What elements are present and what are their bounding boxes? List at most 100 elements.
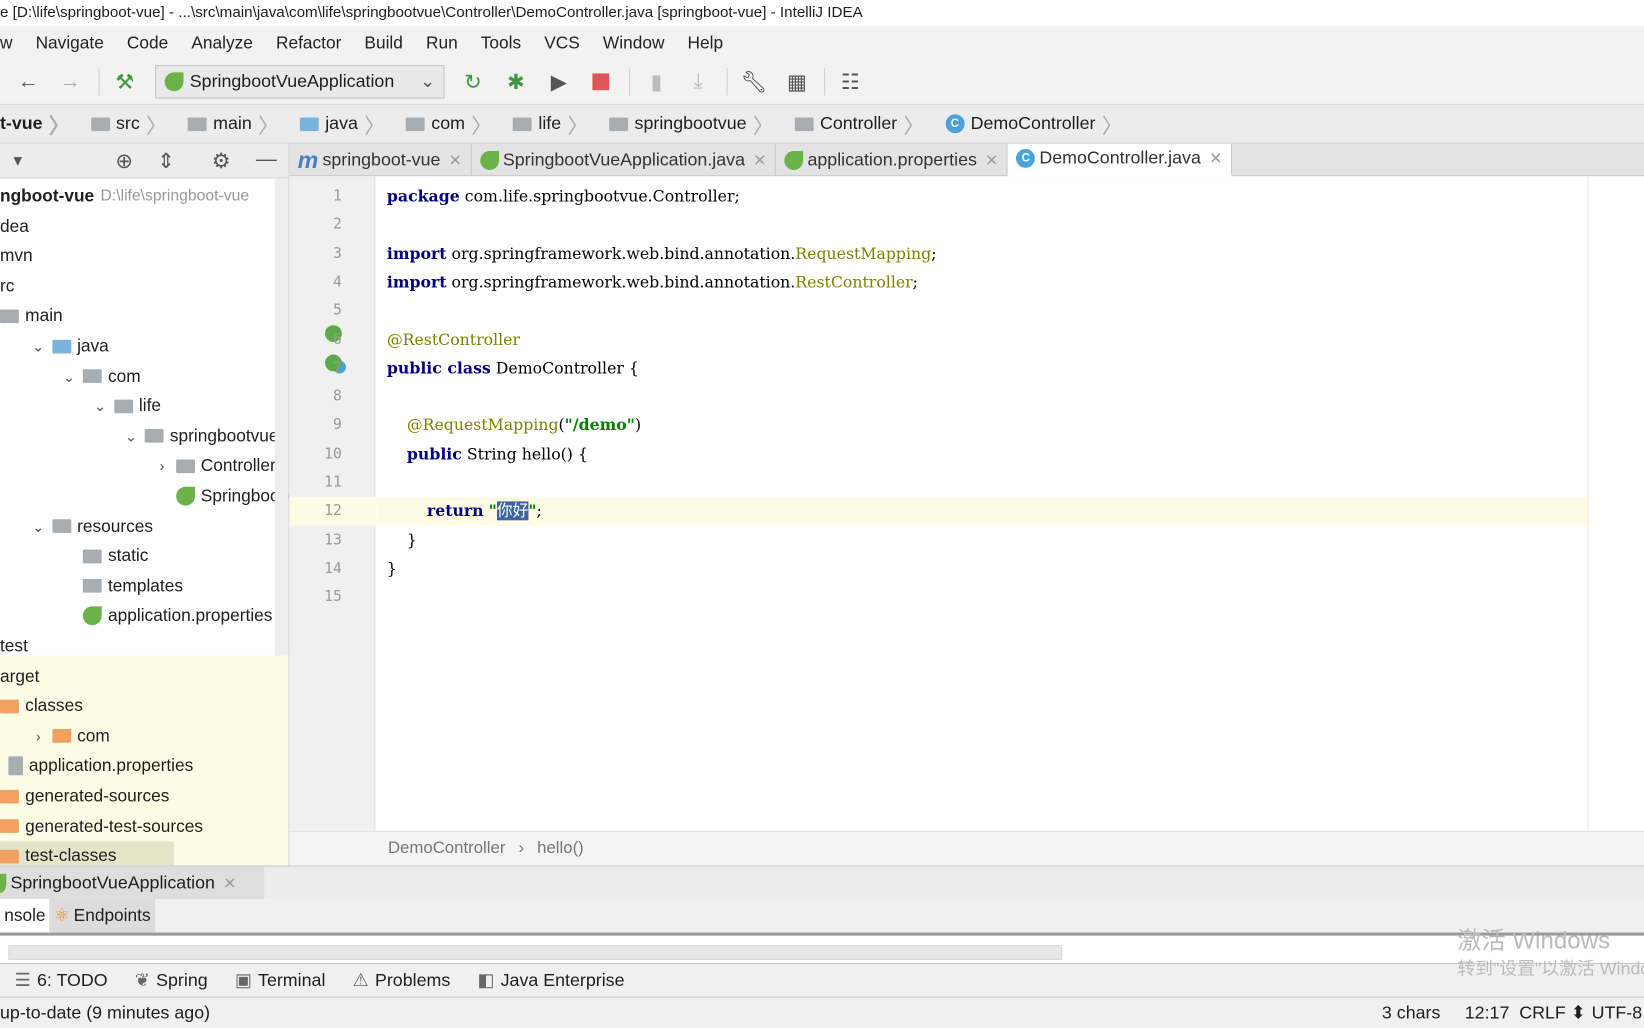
tab-springbootvueapplication-java[interactable]: SpringbootVueApplication.java ✕ xyxy=(471,143,777,177)
tree-item[interactable]: test xyxy=(0,631,28,660)
tree-item[interactable]: ⌄ springbootvue xyxy=(124,421,279,450)
tree-item[interactable]: arget xyxy=(0,661,39,690)
nav-crumb[interactable]: springbootvue 〉 xyxy=(599,109,784,139)
wrench-icon[interactable]: 🔧︎ xyxy=(740,68,768,95)
tool-window--todo[interactable]: ☰ 6: TODO xyxy=(15,970,108,991)
menu-item-navigate[interactable]: Navigate xyxy=(21,33,112,53)
nav-crumb[interactable]: java 〉 xyxy=(290,109,396,139)
chevron-down-icon[interactable]: ⌄ xyxy=(31,511,46,540)
nav-crumb[interactable]: C DemoController 〉 xyxy=(935,109,1133,139)
chevron-down-icon[interactable]: ⌄ xyxy=(31,331,46,360)
menu-item-window[interactable]: Window xyxy=(588,33,673,53)
tree-item[interactable]: application.properties xyxy=(7,751,193,780)
tree-item[interactable]: generated-test-sources xyxy=(0,811,203,840)
locate-icon[interactable]: ⊕ xyxy=(115,148,133,174)
view-dropdown-icon[interactable]: ▼ xyxy=(10,152,25,169)
crumb-method[interactable]: hello() xyxy=(537,839,584,857)
code-line[interactable]: return "你好"; xyxy=(387,498,542,526)
file-encoding[interactable]: UTF-8 xyxy=(1592,998,1643,1028)
tree-item[interactable]: ⌄ com xyxy=(62,361,141,390)
run-configuration-select[interactable]: SpringbootVueApplication ⌄ xyxy=(155,65,445,99)
code-line[interactable]: public class DemoController { xyxy=(387,354,639,382)
crumb-class[interactable]: DemoController xyxy=(388,839,505,857)
code-line[interactable]: package com.life.springbootvue.Controlle… xyxy=(387,183,740,211)
menu-item-vcs[interactable]: VCS xyxy=(530,33,589,53)
console-output[interactable] xyxy=(0,935,1644,963)
nav-crumb[interactable]: main 〉 xyxy=(178,109,290,139)
tree-item[interactable]: ⌄ resources xyxy=(31,511,153,540)
close-icon[interactable]: ✕ xyxy=(985,151,998,170)
tree-item[interactable]: mvn xyxy=(0,241,33,270)
debug-icon[interactable]: ✱ xyxy=(502,68,529,95)
minimize-icon[interactable]: — xyxy=(256,148,277,172)
code-line[interactable]: import org.springframework.web.bind.anno… xyxy=(387,240,937,268)
tree-item[interactable]: application.properties xyxy=(62,601,272,630)
forward-icon[interactable]: → xyxy=(57,68,84,95)
back-icon[interactable]: ← xyxy=(15,68,42,95)
menu-item-run[interactable]: Run xyxy=(411,33,466,53)
horizontal-scrollbar[interactable] xyxy=(8,945,1063,960)
run-coverage-icon[interactable]: ▶ xyxy=(545,68,572,95)
tree-item[interactable]: rc xyxy=(0,271,14,300)
tree-item[interactable]: classes xyxy=(0,691,83,720)
tree-scrollbar[interactable] xyxy=(274,178,289,656)
nav-crumb[interactable]: com 〉 xyxy=(396,109,503,139)
code-line[interactable]: import org.springframework.web.bind.anno… xyxy=(387,268,918,296)
tab-application-properties[interactable]: application.properties ✕ xyxy=(776,143,1008,177)
tab-springboot-vue[interactable]: m springboot-vue ✕ xyxy=(289,143,472,177)
menu-item-refactor[interactable]: Refactor xyxy=(261,33,349,53)
code-line[interactable]: public String hello() { xyxy=(387,440,588,468)
tree-item[interactable]: ⌄ java xyxy=(31,331,109,360)
tool-window-problems[interactable]: ⚠ Problems xyxy=(353,970,451,991)
nav-crumb[interactable]: src 〉 xyxy=(80,109,177,139)
tree-item[interactable]: main xyxy=(0,301,63,330)
build-hammer-icon[interactable]: ⚒ xyxy=(111,68,138,95)
deploy-icon[interactable]: ▮ xyxy=(643,68,670,95)
collapse-all-icon[interactable]: ⇕ xyxy=(157,148,175,174)
close-icon[interactable]: ✕ xyxy=(449,151,462,170)
nav-crumb[interactable]: t-vue 〉 xyxy=(0,109,80,139)
nav-crumb[interactable]: life 〉 xyxy=(503,109,599,139)
tree-item[interactable]: test-classes xyxy=(0,841,175,866)
close-icon[interactable]: ✕ xyxy=(753,151,766,170)
tree-item[interactable]: templates xyxy=(62,571,183,600)
chevron-down-icon[interactable]: ⌄ xyxy=(62,361,77,390)
tab-endpoints[interactable]: ⚛ Endpoints xyxy=(49,898,155,933)
code-line[interactable]: @RestController xyxy=(387,326,520,354)
tree-item[interactable]: ngboot-vue D:\life\springboot-vue xyxy=(0,181,249,210)
gear-icon[interactable]: ⚙ xyxy=(212,148,231,174)
chevron-right-icon[interactable]: › xyxy=(155,451,170,480)
tab-console[interactable]: nsole xyxy=(0,898,50,933)
menu-item-w[interactable]: w xyxy=(0,33,21,53)
code-line[interactable]: @RequestMapping("/demo") xyxy=(387,412,641,440)
tasks-icon[interactable]: ☷ xyxy=(837,68,864,95)
chevron-down-icon[interactable]: ⌄ xyxy=(124,421,139,450)
close-icon[interactable]: ✕ xyxy=(223,874,236,893)
tool-window-spring[interactable]: ❦ Spring xyxy=(135,970,208,991)
nav-crumb[interactable]: Controller 〉 xyxy=(784,109,935,139)
menu-item-build[interactable]: Build xyxy=(350,33,412,53)
project-structure-icon[interactable]: ▦ xyxy=(783,68,810,95)
tree-item[interactable]: generated-sources xyxy=(0,782,169,811)
tool-window-terminal[interactable]: ▣ Terminal xyxy=(235,970,325,991)
tree-item[interactable]: static xyxy=(62,541,148,570)
stop-icon[interactable] xyxy=(587,68,614,95)
menu-item-tools[interactable]: Tools xyxy=(466,33,529,53)
tree-item[interactable]: › Controller xyxy=(155,451,276,480)
menu-item-help[interactable]: Help xyxy=(673,33,732,53)
tree-item[interactable]: dea xyxy=(0,211,29,240)
line-separator[interactable]: CRLF ⬍ xyxy=(1519,998,1585,1028)
rerun-icon[interactable]: ↻ xyxy=(459,68,486,95)
chevron-down-icon[interactable]: ⌄ xyxy=(93,391,108,420)
menu-item-code[interactable]: Code xyxy=(112,33,176,53)
download-icon[interactable]: ⤓ xyxy=(685,68,712,95)
run-tab[interactable]: SpringbootVueApplication ✕ xyxy=(0,866,265,901)
editor-scrollbar[interactable] xyxy=(1587,176,1644,831)
tab-democontroller-java[interactable]: C DemoController.java ✕ xyxy=(1007,143,1232,177)
code-line[interactable]: } xyxy=(387,526,417,554)
close-icon[interactable]: ✕ xyxy=(1209,149,1222,168)
tree-item[interactable]: SpringbootVu xyxy=(155,481,288,510)
tree-item[interactable]: › com xyxy=(31,721,110,750)
menu-item-analyze[interactable]: Analyze xyxy=(177,33,262,53)
tool-window-java-enterprise[interactable]: ◧ Java Enterprise xyxy=(478,970,625,991)
